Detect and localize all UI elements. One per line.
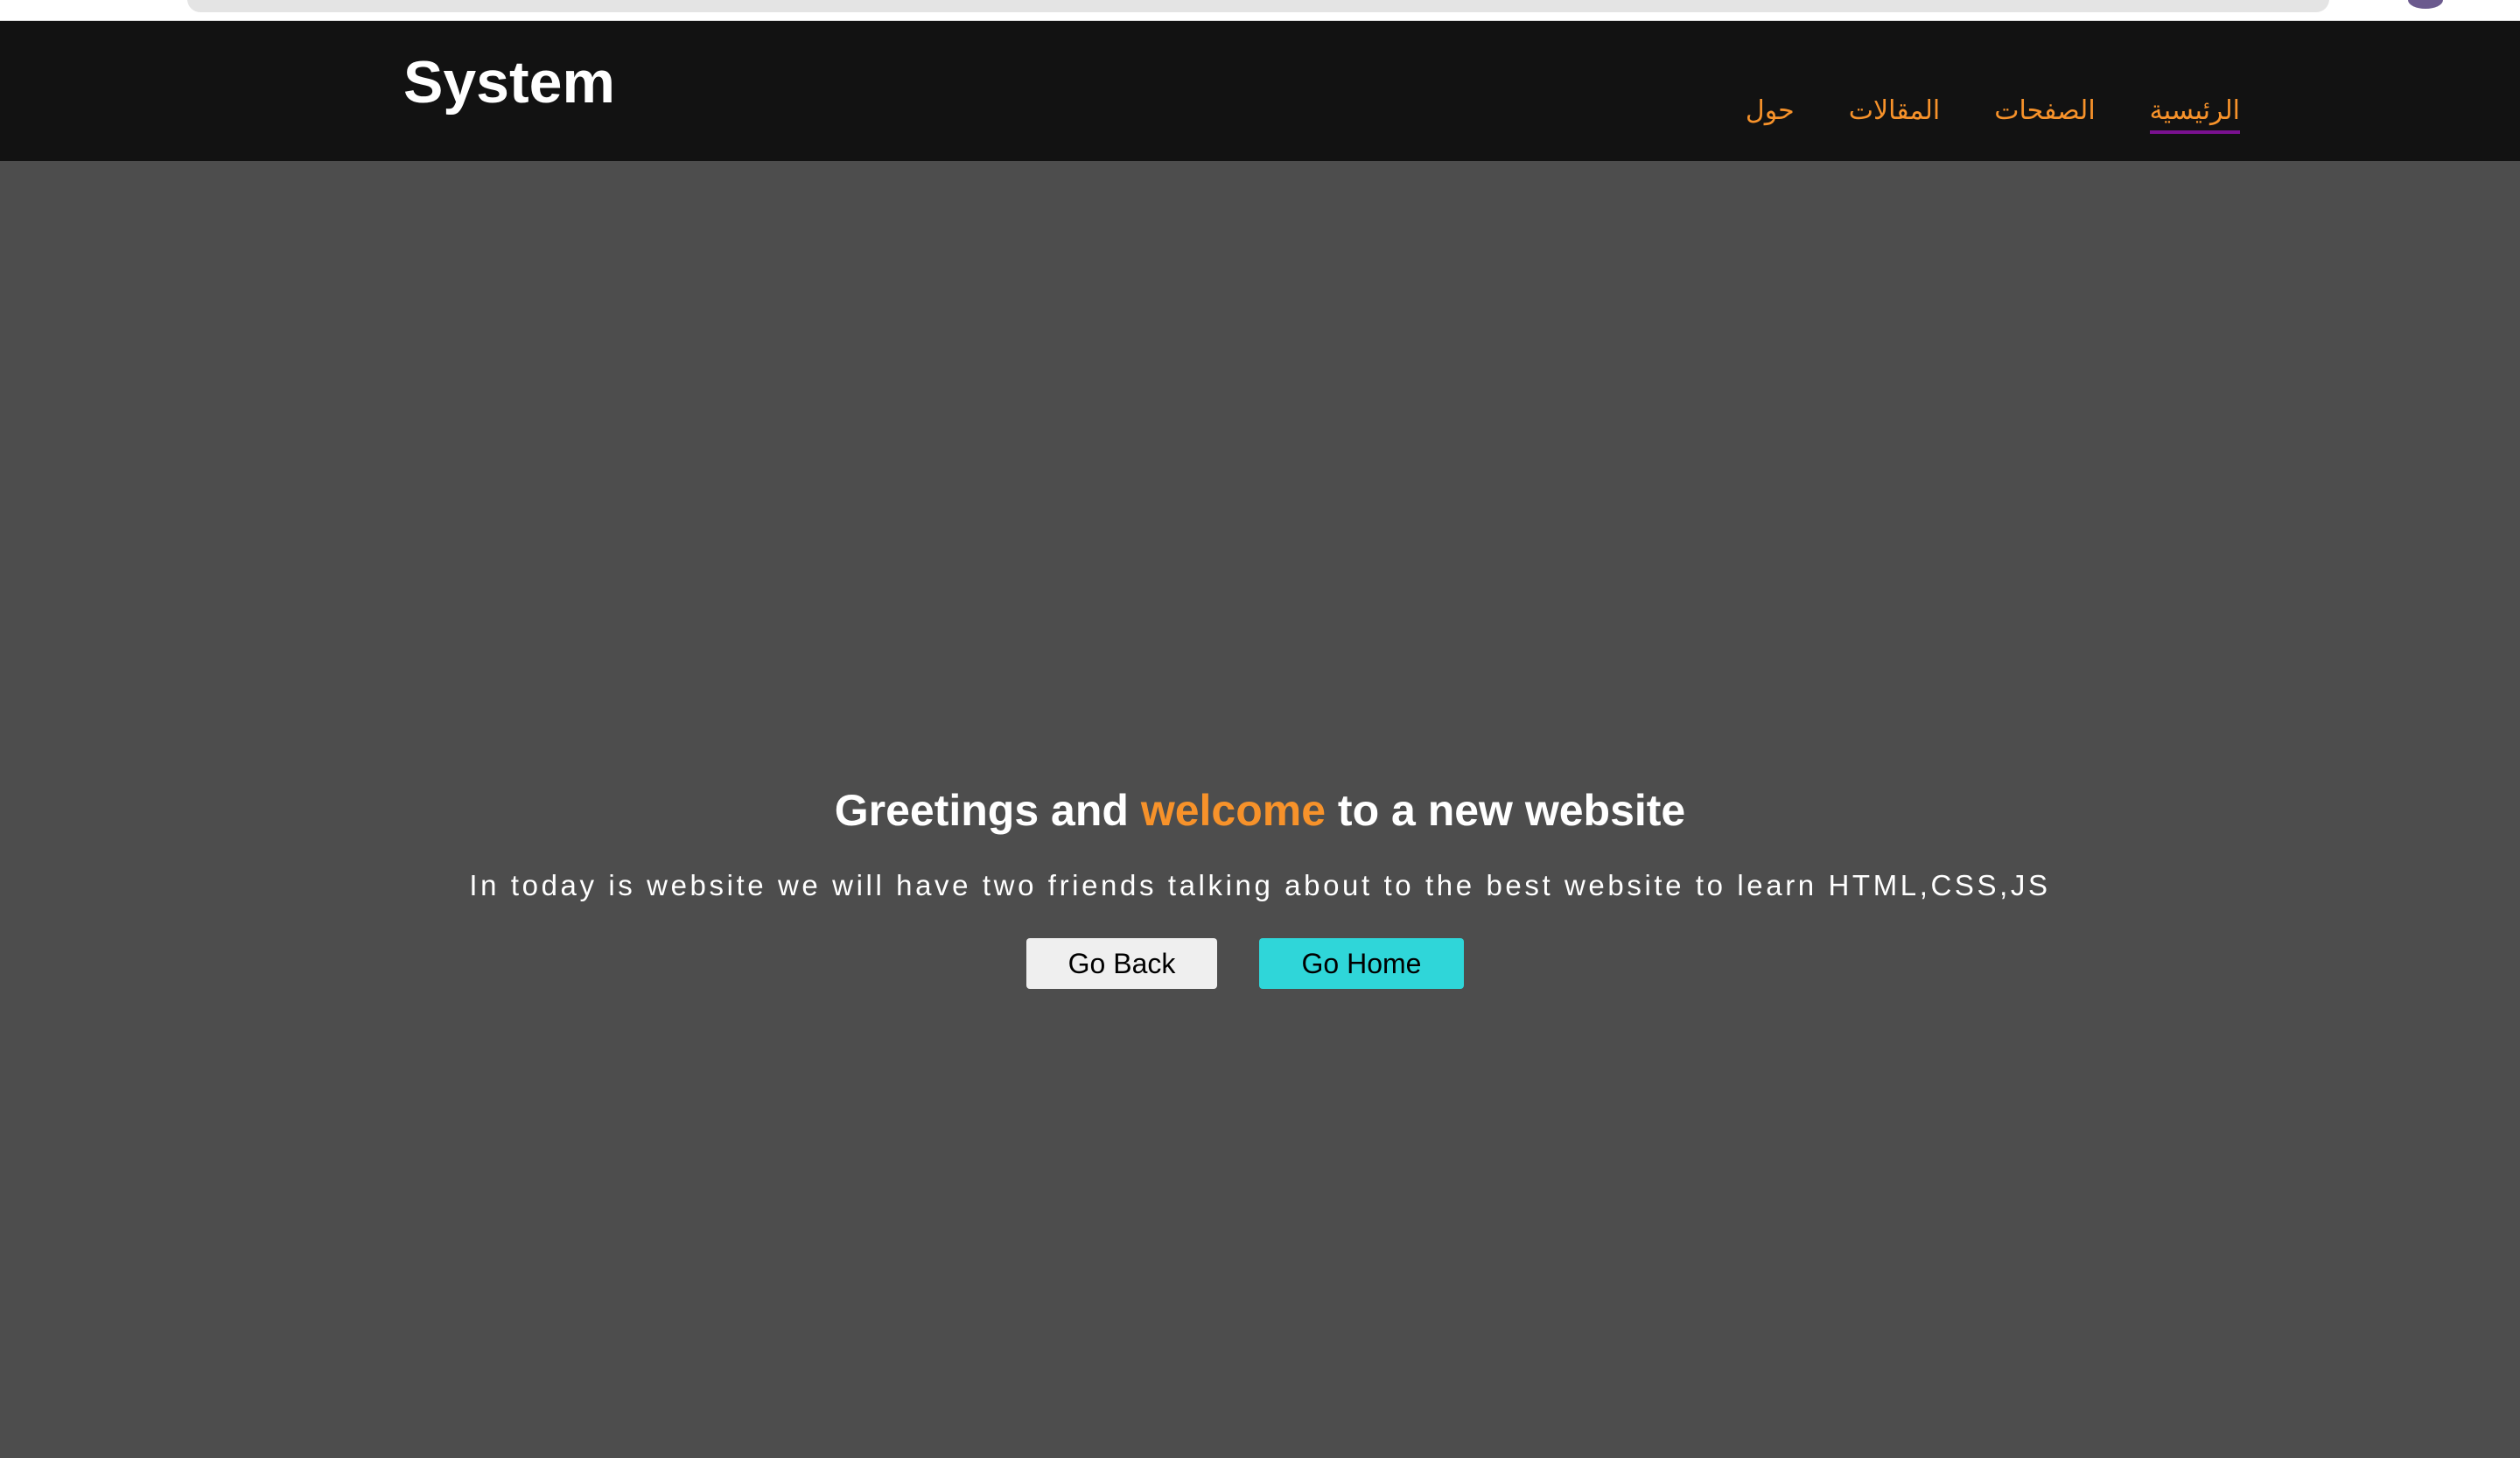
site-header: System الرئيسية الصفحات المقالات حول (0, 21, 2520, 161)
nav-link-pages[interactable]: الصفحات (1994, 96, 2095, 134)
nav-item-articles: المقالات (1849, 96, 1941, 134)
nav-link-about[interactable]: حول (1746, 96, 1795, 134)
hero-title-start: Greetings and (834, 786, 1141, 835)
hero-section: Greetings and welcome to a new website I… (0, 161, 2520, 1458)
nav-link-articles[interactable]: المقالات (1849, 96, 1941, 134)
nav-item-home: الرئيسية (2149, 96, 2240, 134)
hero-title-accent: welcome (1140, 786, 1326, 835)
main-nav: الرئيسية الصفحات المقالات حول (1746, 96, 2240, 134)
site-logo[interactable]: System (403, 53, 615, 112)
address-bar[interactable] (187, 0, 2329, 12)
profile-avatar[interactable] (2408, 0, 2443, 9)
nav-link-home[interactable]: الرئيسية (2149, 96, 2240, 134)
nav-item-pages: الصفحات (1994, 96, 2095, 134)
hero-title: Greetings and welcome to a new website (0, 784, 2520, 837)
go-home-button[interactable]: Go Home (1259, 938, 1464, 989)
hero-subtitle: In today is website we will have two fri… (469, 869, 2051, 901)
go-back-button[interactable]: Go Back (1026, 938, 1217, 989)
hero-buttons: Go Back Go Home (0, 938, 2520, 989)
browser-chrome (0, 0, 2520, 21)
nav-item-about: حول (1746, 96, 1795, 134)
hero-title-end: to a new website (1326, 786, 1686, 835)
